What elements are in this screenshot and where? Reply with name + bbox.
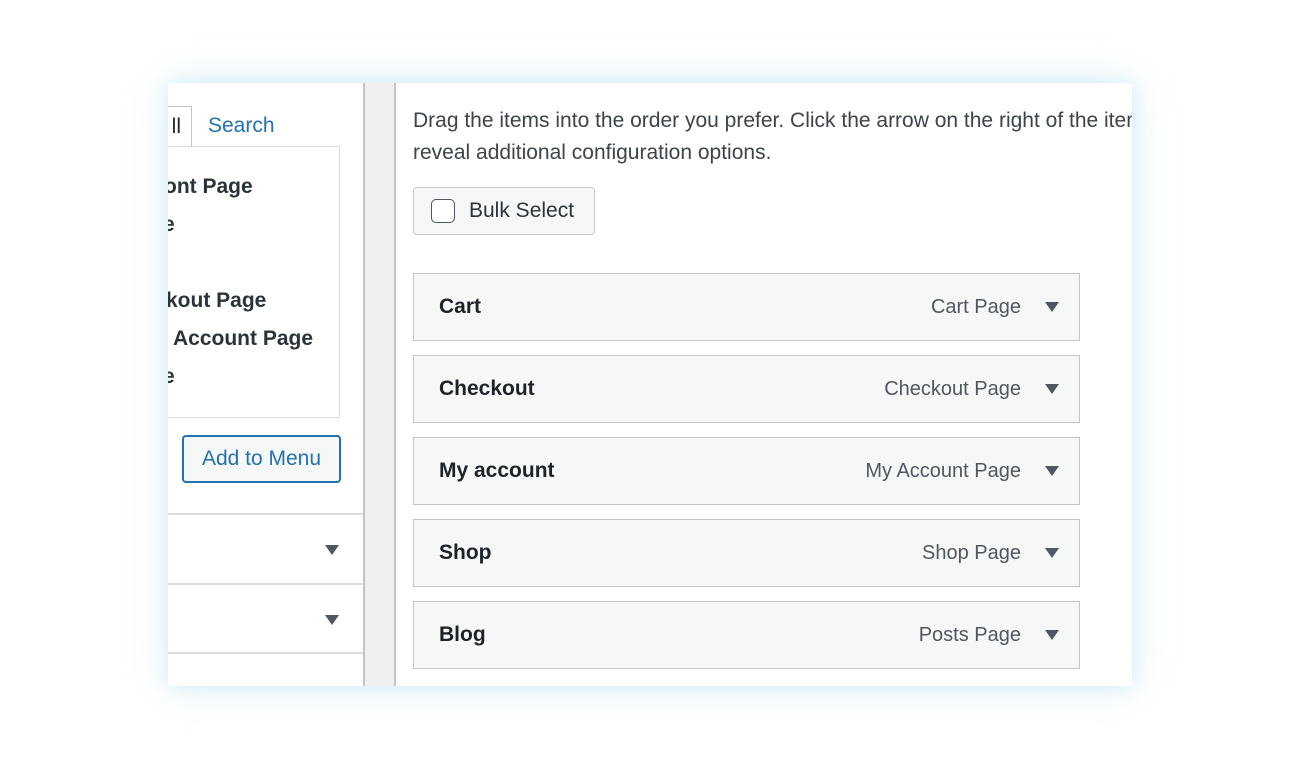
page-checklist: ont Page e kout Page Account Page e xyxy=(168,146,340,418)
add-to-menu-button[interactable]: Add to Menu xyxy=(182,435,341,483)
checkbox[interactable] xyxy=(431,199,455,223)
tab-search[interactable]: Search xyxy=(208,106,328,146)
page-list-item[interactable]: ont Page xyxy=(168,175,253,199)
triangle-down-icon[interactable] xyxy=(325,615,339,625)
page-list-item[interactable]: e xyxy=(168,213,175,237)
menu-item-title: Checkout xyxy=(439,377,535,400)
triangle-down-icon[interactable] xyxy=(1045,384,1059,394)
screenshot-frame: ll Search ont Page e kout Page Account P… xyxy=(168,83,1132,686)
menu-item-type: Shop Page xyxy=(922,542,1021,564)
menu-item[interactable]: My account My Account Page xyxy=(413,437,1080,505)
triangle-down-icon[interactable] xyxy=(1045,466,1059,476)
triangle-down-icon[interactable] xyxy=(1045,630,1059,640)
triangle-down-icon[interactable] xyxy=(1045,548,1059,558)
menu-item-title: Blog xyxy=(439,623,486,646)
page-list-item[interactable]: kout Page xyxy=(168,289,266,313)
menu-structure-panel: Drag the items into the order you prefer… xyxy=(396,83,1132,686)
menu-item[interactable]: Checkout Checkout Page xyxy=(413,355,1080,423)
divider xyxy=(168,652,363,654)
menu-item[interactable]: Shop Shop Page xyxy=(413,519,1080,587)
accordion-section[interactable] xyxy=(168,585,363,653)
menu-item-type: Posts Page xyxy=(918,624,1021,646)
menu-item-type: Cart Page xyxy=(930,296,1021,318)
menu-item-title: My account xyxy=(439,459,555,482)
panel-gutter xyxy=(363,83,396,686)
page-list-item[interactable]: e xyxy=(168,365,175,389)
menu-item[interactable]: Blog Posts Page xyxy=(413,601,1080,669)
bulk-select-label: Bulk Select xyxy=(469,199,575,222)
menu-item[interactable]: Cart Cart Page xyxy=(413,273,1080,341)
menu-item-title: Shop xyxy=(439,541,492,564)
menu-item-type: My Account Page xyxy=(865,460,1021,482)
add-menu-items-panel: ll Search ont Page e kout Page Account P… xyxy=(168,83,363,686)
triangle-down-icon[interactable] xyxy=(1045,302,1059,312)
page-list-item[interactable]: Account Page xyxy=(173,327,313,351)
tab-view-all[interactable]: ll xyxy=(168,106,192,146)
menu-instructions: Drag the items into the order you prefer… xyxy=(413,109,1132,164)
accordion-section[interactable] xyxy=(168,515,363,583)
menu-item-title: Cart xyxy=(439,295,482,318)
triangle-down-icon[interactable] xyxy=(325,545,339,555)
menu-item-type: Checkout Page xyxy=(884,378,1021,400)
bulk-select-button[interactable]: Bulk Select xyxy=(413,187,595,235)
